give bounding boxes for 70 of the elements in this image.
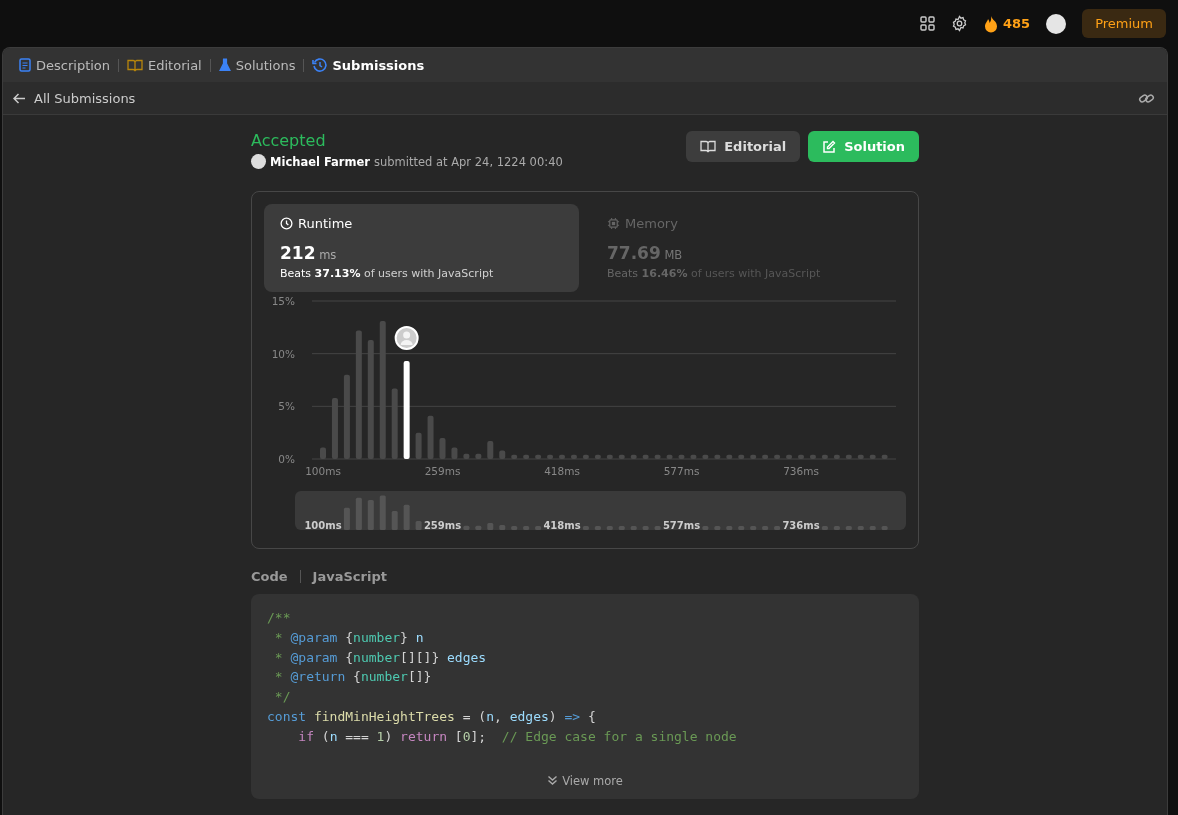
code-line: * @return {number[]} [273,668,433,687]
avatar-icon[interactable] [1046,13,1067,34]
tab[interactable]: Solutions [214,57,300,73]
status-label: Accepted [251,131,327,150]
axis-label: 259ms [424,465,461,477]
overview-label: 736ms [782,520,820,531]
mini-bar [463,525,470,530]
axis-label: 418ms [544,465,580,477]
chip-icon [607,217,620,230]
metric-value: 212 [280,248,316,262]
clock-icon [280,217,293,230]
code-line: */ [273,688,292,707]
streak-count: 485 [1003,16,1031,31]
axis-label: 10% [271,347,295,360]
overview-label: 259ms [423,520,462,531]
book-icon [700,140,717,153]
metric-title: Memory [625,216,678,231]
language-label: JavaScript [312,569,387,584]
grid-icon[interactable] [920,16,935,31]
user-name[interactable]: Michael Farmer [270,154,370,169]
code-line: /** [267,609,292,627]
axis-label: 5% [278,400,295,413]
metric-unit: MB [664,248,683,262]
metric-title: Runtime [298,216,353,231]
tab[interactable]: Description [15,57,115,73]
editorial-button[interactable]: Editorial [686,131,801,162]
overview-label: 418ms [543,520,581,531]
mini-bar [343,507,350,530]
overview-label: 577ms [662,520,701,531]
axis-label: 577ms [663,465,700,477]
mini-bar [367,499,374,530]
metric-value: 77.69 [607,248,661,262]
mini-bar [403,504,410,530]
axis-label: 15% [271,295,295,307]
mini-bar [391,510,398,530]
code-line: const findMinHeightTrees = (n, edges) => { [267,708,597,726]
document-icon [19,58,31,72]
beats-text: Beats 37.13% of users with JavaScript [280,267,495,280]
chevrons-down-icon [547,775,559,787]
flame-icon [984,14,998,33]
code-line: * @param {number} n [273,628,425,647]
view-more-button[interactable]: View more [541,772,629,789]
book-icon [127,58,144,72]
flask-icon [218,58,231,72]
premium-button[interactable]: Premium [1082,9,1166,38]
avatar-icon [394,326,419,351]
back-arrow-icon [13,92,26,104]
overview-label: 100ms [304,520,342,531]
mini-bar [499,525,506,530]
mini-bar [355,497,362,530]
tab[interactable]: Submissions [308,57,429,73]
mini-bar [415,521,422,530]
code-line: if (n === 1) return [0]; // Edge case for a single node [297,727,738,746]
history-icon [312,58,328,72]
mini-bar [475,525,482,530]
avatar-icon [251,154,266,169]
code-line: * @param {number[][]} edges [273,648,488,667]
submission-time: submitted at Apr 24, 1224 00:40 [373,154,563,169]
axis-label: 736ms [783,465,819,477]
back-link[interactable]: All Submissions [13,90,136,106]
axis-label: 100ms [305,465,341,477]
metric-unit: ms [319,248,337,262]
code-label: Code [251,569,288,584]
edit-icon [822,139,837,154]
metric-card[interactable]: Runtime 212 ms Beats 37.13% of users with JavaScript [264,204,579,292]
settings-icon[interactable] [951,15,968,32]
tab[interactable]: Editorial [123,57,206,73]
mini-bar [379,495,386,530]
mini-bar [487,522,494,530]
axis-label: 0% [278,453,295,465]
